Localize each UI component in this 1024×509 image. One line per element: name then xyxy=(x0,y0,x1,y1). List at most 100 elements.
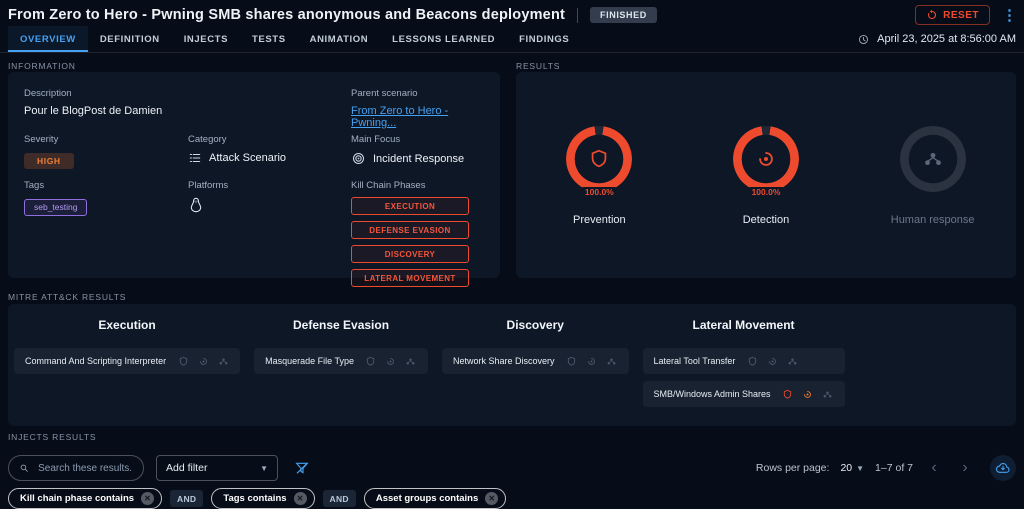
shield-icon xyxy=(744,353,760,369)
technique-chip[interactable]: Command And Scripting Interpreter xyxy=(14,348,240,374)
mitre-card: Execution Command And Scripting Interpre… xyxy=(8,304,1016,426)
filter-chip-tags[interactable]: Tags contains ✕ xyxy=(211,488,314,509)
tab-overview[interactable]: OVERVIEW xyxy=(8,26,88,52)
next-page-icon[interactable]: › xyxy=(955,460,975,476)
results-card: 100.0% Prevention 100.0% Detection Human… xyxy=(516,72,1016,278)
tab-findings[interactable]: FINDINGS xyxy=(507,26,581,52)
detection-icon xyxy=(764,353,780,369)
prevention-donut: 100.0% xyxy=(566,126,632,192)
people-icon xyxy=(604,353,620,369)
rows-per-page-select[interactable]: 20 ▼ xyxy=(840,462,864,474)
prevention-gauge: 100.0% Prevention xyxy=(529,126,669,226)
header: From Zero to Hero - Pwning SMB shares an… xyxy=(0,0,1024,26)
category-value: Attack Scenario xyxy=(209,152,286,164)
injects-toolbar: Add filter ▼ Rows per page: 20 ▼ 1–7 of … xyxy=(8,453,1016,483)
filter-joiner: AND xyxy=(170,490,203,507)
divider xyxy=(577,8,578,23)
main-focus-label: Main Focus xyxy=(351,134,484,145)
technique-chip[interactable]: SMB/Windows Admin Shares xyxy=(643,381,845,407)
mitre-section-label: MITRE ATT&CK RESULTS xyxy=(8,292,126,302)
kill-chain-phase-chip: EXECUTION xyxy=(351,197,469,215)
shield-icon xyxy=(780,386,796,402)
tab-tests[interactable]: TESTS xyxy=(240,26,298,52)
technique-name: SMB/Windows Admin Shares xyxy=(654,389,771,399)
platforms-label: Platforms xyxy=(188,180,351,191)
tab-injects[interactable]: INJECTS xyxy=(172,26,240,52)
add-filter-select[interactable]: Add filter ▼ xyxy=(156,455,278,481)
reset-button[interactable]: RESET xyxy=(915,5,990,25)
prevention-label: Prevention xyxy=(573,214,626,226)
filter-chip-asset-groups[interactable]: Asset groups contains ✕ xyxy=(364,488,506,509)
prevention-score: 100.0% xyxy=(583,187,616,197)
mitre-column-title: Execution xyxy=(14,318,240,332)
export-download-icon[interactable] xyxy=(990,455,1016,481)
clear-filters-icon[interactable] xyxy=(294,460,310,476)
people-icon xyxy=(900,126,966,192)
add-filter-label: Add filter xyxy=(166,462,207,474)
active-filters-row: Kill chain phase contains ✕ AND Tags con… xyxy=(8,488,506,509)
pagination-range: 1–7 of 7 xyxy=(875,462,913,474)
kill-chain-phase-chip: LATERAL MOVEMENT xyxy=(351,269,469,287)
filter-chip-label: Asset groups contains xyxy=(376,493,478,504)
incident-response-icon xyxy=(351,151,366,166)
kill-chain-field: Kill Chain Phases EXECUTION DEFENSE EVAS… xyxy=(351,180,484,293)
detection-gauge: 100.0% Detection xyxy=(696,126,836,226)
tags-label: Tags xyxy=(24,180,188,191)
update-history-icon[interactable] xyxy=(857,33,870,46)
tag-chip[interactable]: seb_testing xyxy=(24,199,87,216)
filter-chip-label: Tags contains xyxy=(223,493,286,504)
parent-scenario-link[interactable]: From Zero to Hero - Pwning... xyxy=(351,105,484,129)
mitre-column-defense-evasion: Defense Evasion Masquerade File Type xyxy=(254,314,428,381)
mitre-column-discovery: Discovery Network Share Discovery xyxy=(442,314,629,381)
kill-chain-phase-chip: DEFENSE EVASION xyxy=(351,221,469,239)
close-icon[interactable]: ✕ xyxy=(141,492,154,505)
tab-animation[interactable]: ANIMATION xyxy=(298,26,381,52)
kill-chain-phase-chip: DISCOVERY xyxy=(351,245,469,263)
chevron-down-icon: ▼ xyxy=(856,464,864,473)
linux-icon xyxy=(188,197,204,213)
page-title: From Zero to Hero - Pwning SMB shares an… xyxy=(8,7,565,23)
timestamp: April 23, 2025 at 8:56:00 AM xyxy=(877,33,1016,45)
shield-icon xyxy=(566,126,632,192)
close-icon[interactable]: ✕ xyxy=(294,492,307,505)
search-icon xyxy=(19,462,29,474)
close-icon[interactable]: ✕ xyxy=(485,492,498,505)
rows-per-page-value: 20 xyxy=(840,462,852,474)
search-box[interactable] xyxy=(8,455,144,481)
tab-lessons-learned[interactable]: LESSONS LEARNED xyxy=(380,26,507,52)
tab-definition[interactable]: DEFINITION xyxy=(88,26,172,52)
tab-bar: OVERVIEW DEFINITION INJECTS TESTS ANIMAT… xyxy=(0,26,1024,53)
detection-icon xyxy=(800,386,816,402)
filter-chip-label: Kill chain phase contains xyxy=(20,493,134,504)
detection-icon xyxy=(584,353,600,369)
previous-page-icon[interactable]: ‹ xyxy=(924,460,944,476)
mitre-column-execution: Execution Command And Scripting Interpre… xyxy=(14,314,240,381)
description-field: Description Pour le BlogPost de Damien xyxy=(24,88,351,134)
detection-icon xyxy=(195,353,211,369)
status-badge: FINISHED xyxy=(590,7,657,23)
detection-score: 100.0% xyxy=(750,187,783,197)
human-response-label: Human response xyxy=(891,214,975,226)
description-label: Description xyxy=(24,88,351,99)
kill-chain-label: Kill Chain Phases xyxy=(351,180,484,191)
filter-chip-kill-chain[interactable]: Kill chain phase contains ✕ xyxy=(8,488,162,509)
search-input[interactable] xyxy=(36,462,133,475)
technique-chip[interactable]: Lateral Tool Transfer xyxy=(643,348,845,374)
detection-label: Detection xyxy=(743,214,789,226)
rows-per-page-label: Rows per page: xyxy=(756,462,830,474)
technique-chip[interactable]: Network Share Discovery xyxy=(442,348,629,374)
results-section-label: RESULTS xyxy=(516,61,560,71)
main-focus-value: Incident Response xyxy=(373,153,464,165)
platforms-field: Platforms xyxy=(188,180,351,293)
information-section-label: INFORMATION xyxy=(8,61,76,71)
last-update: April 23, 2025 at 8:56:00 AM xyxy=(857,26,1016,52)
detection-icon xyxy=(383,353,399,369)
mitre-column-lateral-movement: Lateral Movement Lateral Tool Transfer S… xyxy=(643,314,845,414)
detection-icon xyxy=(733,126,799,192)
kebab-menu-icon[interactable]: ⋮ xyxy=(1002,8,1016,23)
main-focus-field: Main Focus Incident Response xyxy=(351,134,484,180)
human-response-gauge: Human response xyxy=(863,126,1003,226)
severity-label: Severity xyxy=(24,134,188,145)
technique-name: Command And Scripting Interpreter xyxy=(25,356,166,366)
technique-chip[interactable]: Masquerade File Type xyxy=(254,348,428,374)
